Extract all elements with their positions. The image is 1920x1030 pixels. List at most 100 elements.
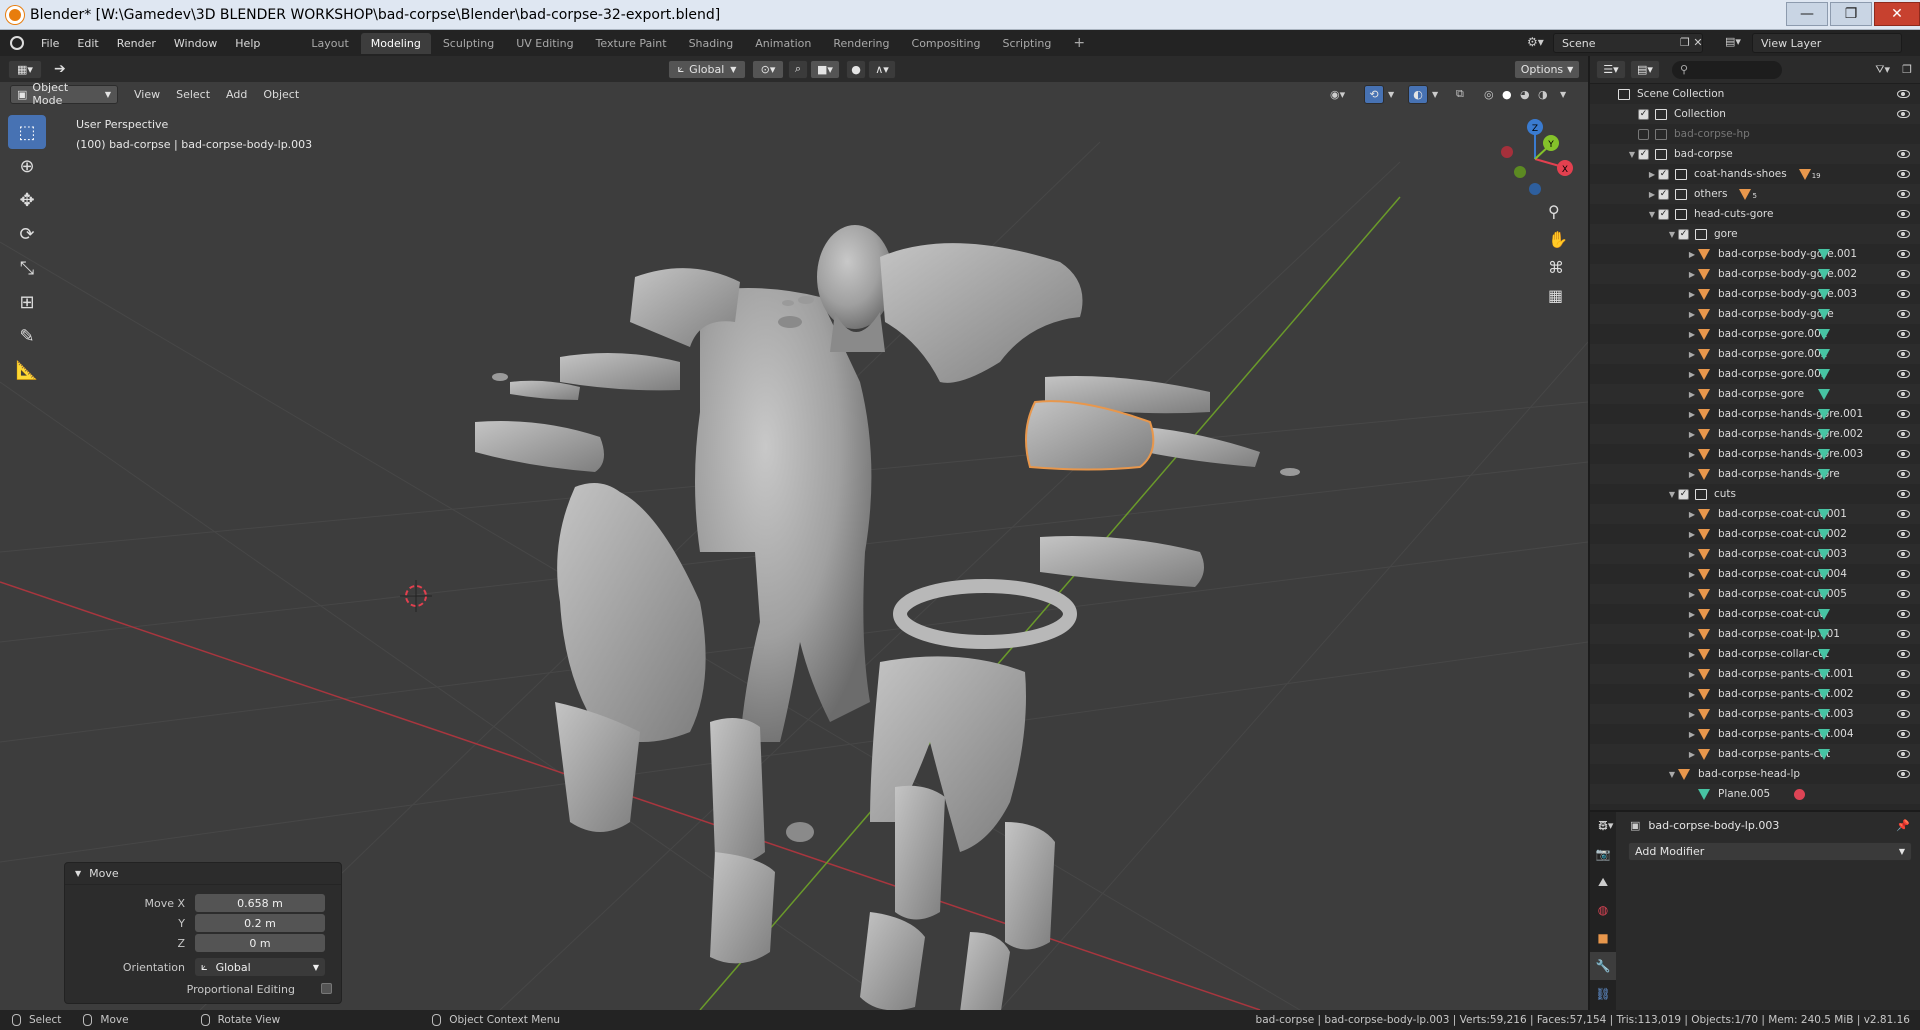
- visibility-eye-icon[interactable]: [1897, 690, 1910, 698]
- camera-view-icon[interactable]: ⌘: [1548, 258, 1568, 277]
- exclude-checkbox[interactable]: ✓: [1658, 168, 1669, 180]
- expand-arrow-icon[interactable]: ▶: [1686, 730, 1698, 739]
- expand-arrow-icon[interactable]: ▶: [1686, 250, 1698, 259]
- add-modifier-dropdown[interactable]: Add Modifier ▼: [1628, 842, 1912, 861]
- object-properties-icon[interactable]: ■: [1590, 924, 1616, 952]
- xray-toggle-icon[interactable]: ⧉: [1456, 87, 1464, 101]
- mesh-data-icon[interactable]: [1818, 529, 1830, 540]
- visibility-eye-icon[interactable]: [1897, 410, 1910, 418]
- outliner-row[interactable]: ▶ bad-corpse-pants-cut.001: [1590, 664, 1920, 684]
- collapse-arrow-icon[interactable]: ▼: [1646, 210, 1658, 219]
- mesh-data-icon[interactable]: [1818, 469, 1830, 480]
- material-icon[interactable]: [1794, 788, 1806, 800]
- mesh-data-icon[interactable]: [1818, 709, 1830, 720]
- move-z-field[interactable]: 0 m: [195, 934, 325, 952]
- add-workspace-button[interactable]: +: [1063, 31, 1095, 55]
- move-y-field[interactable]: 0.2 m: [195, 914, 325, 932]
- visibility-eye-icon[interactable]: [1897, 210, 1910, 218]
- move-panel-header[interactable]: ▼ Move: [65, 863, 341, 885]
- outliner-row[interactable]: ▼ ✓ head-cuts-gore: [1590, 204, 1920, 224]
- proportional-falloff-dropdown[interactable]: ∧▾: [868, 59, 896, 79]
- visibility-eye-icon[interactable]: [1897, 430, 1910, 438]
- mesh-data-icon[interactable]: [1818, 629, 1830, 640]
- tab-sculpting[interactable]: Sculpting: [433, 33, 504, 54]
- visibility-eye-icon[interactable]: [1897, 350, 1910, 358]
- visibility-eye-icon[interactable]: [1897, 230, 1910, 238]
- tab-scripting[interactable]: Scripting: [992, 33, 1061, 54]
- scale-tool-icon[interactable]: ⤡: [8, 251, 46, 285]
- expand-arrow-icon[interactable]: ▶: [1686, 390, 1698, 399]
- visibility-eye-icon[interactable]: [1897, 370, 1910, 378]
- mesh-data-icon[interactable]: [1818, 429, 1830, 440]
- visibility-eye-icon[interactable]: [1897, 250, 1910, 258]
- transform-orientation-dropdown[interactable]: ⟀ Global ▼: [668, 59, 746, 79]
- visibility-eye-icon[interactable]: [1897, 110, 1910, 118]
- menu-help[interactable]: Help: [226, 37, 269, 50]
- outliner-row[interactable]: Plane.005: [1590, 784, 1920, 804]
- tab-uv-editing[interactable]: UV Editing: [506, 33, 583, 54]
- mesh-data-icon[interactable]: [1818, 449, 1830, 460]
- outliner-row[interactable]: ▶ bad-corpse-gore.003: [1590, 364, 1920, 384]
- expand-arrow-icon[interactable]: ▶: [1686, 410, 1698, 419]
- outliner-row[interactable]: ▶ ✓ others 5: [1590, 184, 1920, 204]
- expand-arrow-icon[interactable]: ▶: [1686, 350, 1698, 359]
- mesh-data-icon[interactable]: [1818, 269, 1830, 280]
- select-box-tool-icon[interactable]: ⬚: [8, 115, 46, 149]
- cursor-tool-icon[interactable]: ⊕: [8, 149, 46, 183]
- tab-rendering[interactable]: Rendering: [823, 33, 899, 54]
- view-layer-field[interactable]: View Layer: [1752, 33, 1902, 53]
- exclude-checkbox[interactable]: ✓: [1678, 228, 1689, 240]
- mesh-data-icon[interactable]: [1818, 549, 1830, 560]
- expand-arrow-icon[interactable]: ▶: [1686, 450, 1698, 459]
- expand-arrow-icon[interactable]: ▶: [1686, 590, 1698, 599]
- expand-arrow-icon[interactable]: ▶: [1686, 610, 1698, 619]
- visibility-eye-icon[interactable]: [1897, 770, 1910, 778]
- expand-arrow-icon[interactable]: ▶: [1686, 750, 1698, 759]
- filter-icon[interactable]: ⛛▾: [1875, 63, 1890, 77]
- menu-window[interactable]: Window: [165, 37, 226, 50]
- visibility-dropdown-icon[interactable]: ◉▾: [1330, 88, 1345, 101]
- expand-arrow-icon[interactable]: ▶: [1686, 630, 1698, 639]
- exclude-checkbox[interactable]: ✓: [1638, 108, 1649, 120]
- outliner-row[interactable]: ▶ bad-corpse-hands-gore.001: [1590, 404, 1920, 424]
- material-shading-icon[interactable]: ◕: [1520, 88, 1530, 101]
- exclude-checkbox[interactable]: ✓: [1658, 188, 1669, 200]
- transform-tool-icon[interactable]: ⊞: [8, 285, 46, 319]
- scene-properties-icon[interactable]: ⛰: [1590, 868, 1616, 896]
- proportional-editing-checkbox[interactable]: [321, 983, 332, 994]
- corpse-model[interactable]: [475, 225, 1300, 1010]
- mesh-data-icon[interactable]: [1818, 689, 1830, 700]
- annotate-tool-icon[interactable]: ✎: [8, 319, 46, 353]
- expand-arrow-icon[interactable]: ▶: [1686, 710, 1698, 719]
- snap-target-dropdown[interactable]: ■▾: [810, 59, 840, 79]
- move-tool-icon[interactable]: ✥: [8, 183, 46, 217]
- solid-shading-icon[interactable]: ●: [1502, 88, 1512, 101]
- outliner-row[interactable]: ▼ bad-corpse-head-lp: [1590, 764, 1920, 784]
- visibility-eye-icon[interactable]: [1897, 510, 1910, 518]
- mesh-data-icon[interactable]: [1818, 289, 1830, 300]
- outliner-row[interactable]: bad-corpse-hp: [1590, 124, 1920, 144]
- pivot-point-dropdown[interactable]: ⊙▾: [752, 59, 784, 79]
- visibility-eye-icon[interactable]: [1897, 650, 1910, 658]
- outliner-row[interactable]: ▶ ✓ coat-hands-shoes 19: [1590, 164, 1920, 184]
- collapse-arrow-icon[interactable]: ▼: [1626, 150, 1638, 159]
- measure-tool-icon[interactable]: 📐: [8, 353, 46, 387]
- properties-editor-type-icon[interactable]: ☰▾: [1598, 819, 1613, 832]
- menu-file[interactable]: File: [32, 37, 68, 50]
- expand-arrow-icon[interactable]: ▶: [1686, 290, 1698, 299]
- close-button[interactable]: ✕: [1874, 2, 1920, 26]
- visibility-eye-icon[interactable]: [1897, 710, 1910, 718]
- mesh-data-icon[interactable]: [1818, 349, 1830, 360]
- visibility-eye-icon[interactable]: [1897, 570, 1910, 578]
- visibility-eye-icon[interactable]: [1897, 450, 1910, 458]
- tab-shading[interactable]: Shading: [679, 33, 744, 54]
- visibility-eye-icon[interactable]: [1897, 530, 1910, 538]
- maximize-button[interactable]: ❐: [1830, 2, 1872, 26]
- viewport-menu-view[interactable]: View: [126, 88, 168, 101]
- new-collection-icon[interactable]: ❐: [1902, 63, 1912, 76]
- mesh-data-icon[interactable]: [1818, 669, 1830, 680]
- perspective-toggle-icon[interactable]: ▦: [1548, 286, 1568, 305]
- menu-render[interactable]: Render: [108, 37, 165, 50]
- rotate-tool-icon[interactable]: ⟳: [8, 217, 46, 251]
- outliner-row[interactable]: ▶ bad-corpse-hands-gore.003: [1590, 444, 1920, 464]
